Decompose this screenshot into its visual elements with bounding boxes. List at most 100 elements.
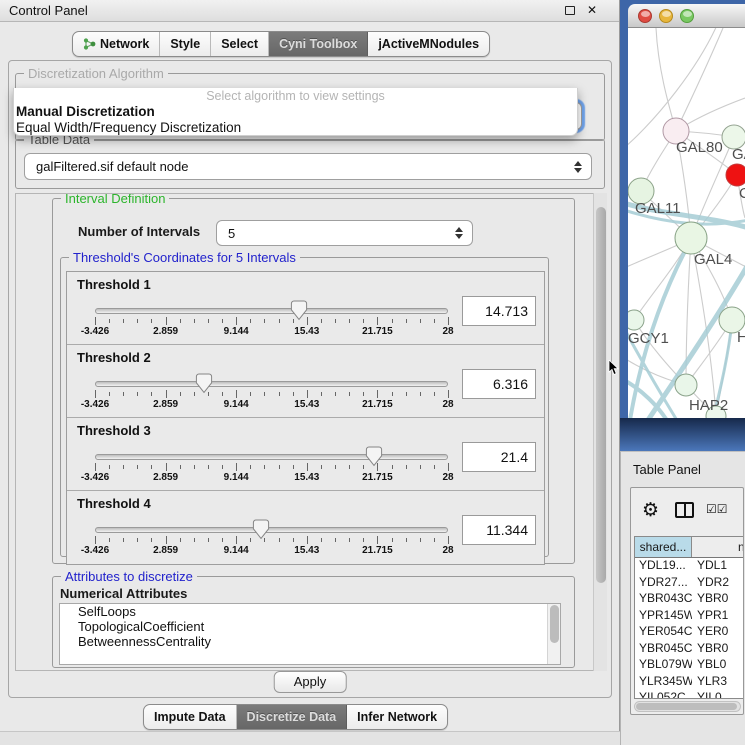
slider-tick-labels: -3.4262.8599.14415.4321.71528 xyxy=(95,472,448,484)
interval-definition-group: Interval Definition Number of Intervals … xyxy=(52,198,575,564)
slider-ticks xyxy=(95,317,448,325)
scrollbar-thumb[interactable] xyxy=(596,207,606,583)
threshold-value-field[interactable]: 6.316 xyxy=(462,369,536,399)
node-label: C xyxy=(739,185,745,202)
zoom-traffic-light[interactable] xyxy=(680,9,694,23)
threshold-value-field[interactable]: 21.4 xyxy=(462,442,536,472)
horizontal-scrollbar[interactable] xyxy=(634,701,741,712)
slider-track[interactable] xyxy=(95,454,448,460)
table-row[interactable]: YBL079WYBL0 xyxy=(635,657,743,674)
tab-impute-data[interactable]: Impute Data xyxy=(144,705,237,729)
algorithm-dropdown-popup: Select algorithm to view settings Manual… xyxy=(13,88,578,136)
network-node[interactable] xyxy=(675,222,707,254)
network-node[interactable] xyxy=(628,310,644,330)
control-panel-titlebar: Control Panel ✕ xyxy=(0,0,619,22)
popup-placeholder: Select algorithm to view settings xyxy=(14,88,577,104)
apply-button[interactable]: Apply xyxy=(274,671,347,693)
table-row[interactable]: YER054CYER0 xyxy=(635,624,743,641)
mouse-cursor xyxy=(608,360,620,376)
scrollbar-thumb[interactable] xyxy=(636,703,737,710)
tab-infer-network[interactable]: Infer Network xyxy=(347,705,447,729)
threshold-value-field[interactable]: 11.344 xyxy=(462,515,536,545)
float-window-icon[interactable] xyxy=(565,6,575,15)
threshold-slider[interactable]: -3.4262.8599.14415.4321.71528 xyxy=(95,372,448,416)
list-scrollbar[interactable] xyxy=(547,604,560,664)
attributes-group: Attributes to discretize Numerical Attri… xyxy=(52,576,575,668)
panel-footer xyxy=(0,731,620,745)
tab-select[interactable]: Select xyxy=(211,32,269,56)
network-window-titlebar[interactable] xyxy=(628,4,745,28)
threshold-row: Threshold 2 -3.4262.8599.14415.4321.7152… xyxy=(67,345,544,418)
list-item[interactable]: SelfLoops xyxy=(60,604,560,619)
network-canvas[interactable]: GAL80GACGAL11GAL4GCY1HHAP2 xyxy=(628,28,745,418)
node-table: shared... na YDL19...YDL1 YDR27...YDR2 Y… xyxy=(634,536,743,699)
slider-track[interactable] xyxy=(95,527,448,533)
slider-tick-labels: -3.4262.8599.14415.4321.71528 xyxy=(95,326,448,338)
table-row[interactable]: YLR345WYLR3 xyxy=(635,674,743,691)
network-node[interactable] xyxy=(726,164,745,186)
column-header-name[interactable]: na xyxy=(692,537,743,557)
scrollbar-thumb[interactable] xyxy=(550,605,559,643)
table-row[interactable]: YIL052CYIL0 xyxy=(635,690,743,699)
tab-cyni-toolbox[interactable]: Cyni Toolbox xyxy=(269,32,368,56)
tab-jactivemnodules[interactable]: jActiveMNodules xyxy=(368,32,489,56)
close-traffic-light[interactable] xyxy=(638,9,652,23)
settings-scrollpane: Interval Definition Number of Intervals … xyxy=(15,193,607,671)
table-data-group: Table Data galFiltered.sif default node xyxy=(15,139,605,189)
numerical-attributes-list[interactable]: SelfLoops TopologicalCoefficient Between… xyxy=(59,603,561,665)
group-title: Interval Definition xyxy=(61,193,169,206)
threshold-row: Threshold 1 -3.4262.8599.14415.4321.7152… xyxy=(67,272,544,345)
slider-ticks xyxy=(95,463,448,471)
network-node[interactable] xyxy=(675,374,697,396)
node-label: GA xyxy=(732,146,745,163)
numerical-attributes-label: Numerical Attributes xyxy=(60,586,187,601)
number-of-intervals-combobox[interactable]: 5 xyxy=(216,220,473,246)
column-split-icon[interactable] xyxy=(675,502,694,518)
column-header-shared-name[interactable]: shared... xyxy=(635,537,692,557)
node-label: GAL11 xyxy=(635,200,681,217)
vertical-scrollbar[interactable] xyxy=(593,193,607,671)
thresholds-group: Threshold's Coordinates for 5 Intervals … xyxy=(60,257,549,557)
table-panel-title: Table Panel xyxy=(633,462,701,477)
table-row[interactable]: YBR045CYBR0 xyxy=(635,641,743,658)
slider-tick-labels: -3.4262.8599.14415.4321.71528 xyxy=(95,545,448,557)
threshold-row: Threshold 4 -3.4262.8599.14415.4321.7152… xyxy=(67,491,544,564)
slider-track[interactable] xyxy=(95,308,448,314)
node-label: H xyxy=(737,329,745,346)
popup-item-manual-discretization[interactable]: Manual Discretization xyxy=(14,104,577,120)
threshold-slider[interactable]: -3.4262.8599.14415.4321.71528 xyxy=(95,518,448,562)
slider-ticks xyxy=(95,536,448,544)
popup-item-equal-width-frequency[interactable]: Equal Width/Frequency Discretization xyxy=(14,120,577,136)
node-label: GCY1 xyxy=(628,330,669,347)
list-item[interactable]: TopologicalCoefficient xyxy=(60,619,560,634)
threshold-slider[interactable]: -3.4262.8599.14415.4321.71528 xyxy=(95,299,448,343)
tab-discretize-data[interactable]: Discretize Data xyxy=(237,705,348,729)
combo-arrows-icon xyxy=(455,227,463,239)
table-row[interactable]: YDL19...YDL1 xyxy=(635,558,743,575)
control-panel: Control Panel ✕ Network Style Select Cyn… xyxy=(0,0,620,745)
table-toolbar: ⚙ ☑☑ xyxy=(631,488,743,534)
network-icon xyxy=(83,37,96,51)
tab-network[interactable]: Network xyxy=(73,32,160,56)
checkboxes-icon[interactable]: ☑☑ xyxy=(706,502,728,516)
group-title: Attributes to discretize xyxy=(61,569,197,584)
table-row[interactable]: YDR27...YDR2 xyxy=(635,575,743,592)
top-tab-bar: Network Style Select Cyni Toolbox jActiv… xyxy=(72,31,490,57)
close-icon[interactable]: ✕ xyxy=(587,3,597,17)
gear-icon[interactable]: ⚙ xyxy=(642,499,659,521)
node-label: HAP2 xyxy=(689,397,728,414)
table-row[interactable]: YBR043CYBR0 xyxy=(635,591,743,608)
threshold-slider[interactable]: -3.4262.8599.14415.4321.71528 xyxy=(95,445,448,489)
table-row[interactable]: YPR145WYPR1 xyxy=(635,608,743,625)
table-panel-region: Table Panel ⚙ ☑☑ shared... na YDL19...YD… xyxy=(620,451,745,745)
table-data-combobox[interactable]: galFiltered.sif default node xyxy=(24,153,592,180)
tab-style[interactable]: Style xyxy=(160,32,211,56)
number-of-intervals-label: Number of Intervals xyxy=(78,224,200,239)
group-title: Discretization Algorithm xyxy=(24,66,168,81)
list-item[interactable]: BetweennessCentrality xyxy=(60,634,560,649)
threshold-value-field[interactable]: 14.713 xyxy=(462,296,536,326)
slider-track[interactable] xyxy=(95,381,448,387)
combo-arrows-icon xyxy=(574,161,582,173)
panel-title: Control Panel xyxy=(9,3,88,18)
minimize-traffic-light[interactable] xyxy=(659,9,673,23)
